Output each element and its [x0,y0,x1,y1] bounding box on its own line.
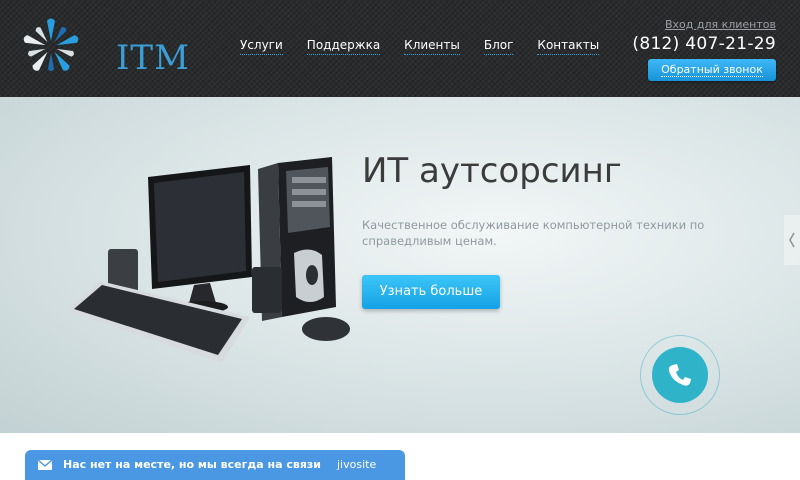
nav-item-blog[interactable]: Блог [483,38,514,55]
chat-brand-logo: jivosite [337,458,377,471]
hero-description: Качественное обслуживание компьютерной т… [362,218,705,248]
call-widget-circle [652,347,708,403]
nav-item-clients[interactable]: Клиенты [404,38,460,55]
slider-prev-button[interactable] [784,215,800,265]
hero-slider: ИТ аутсорсинг Качественное обслуживание … [0,97,800,433]
client-login-link[interactable]: Вход для клиентов [665,18,776,31]
chat-widget-bar[interactable]: Нас нет на месте, но мы всегда на связи … [25,450,405,480]
chevron-left-icon [789,232,795,248]
logo-burst-icon [23,18,79,71]
callback-button-label: Обратный звонок [661,63,763,77]
call-widget-button[interactable] [640,335,720,415]
mail-icon [38,460,52,470]
nav-item-support[interactable]: Поддержка [306,38,381,55]
phone-icon [668,364,691,386]
callback-button[interactable]: Обратный звонок [648,59,776,81]
phone-number: (812) 407-21-29 [632,34,776,54]
learn-more-button[interactable]: Узнать больше [362,275,500,309]
logo[interactable]: ITM [22,14,189,80]
chat-status-text: Нас нет на месте, но мы всегда на связи [63,458,321,471]
logo-text: ITM [116,38,190,78]
nav-item-contacts[interactable]: Контакты [537,38,600,55]
nav-item-services[interactable]: Услуги [240,38,283,55]
main-nav: Услуги Поддержка Клиенты Блог Контакты [240,38,623,55]
hero-title: ИТ аутсорсинг [362,151,622,191]
computer-image [66,157,350,363]
site-header: ITM Услуги Поддержка Клиенты Блог Контак… [0,0,800,97]
